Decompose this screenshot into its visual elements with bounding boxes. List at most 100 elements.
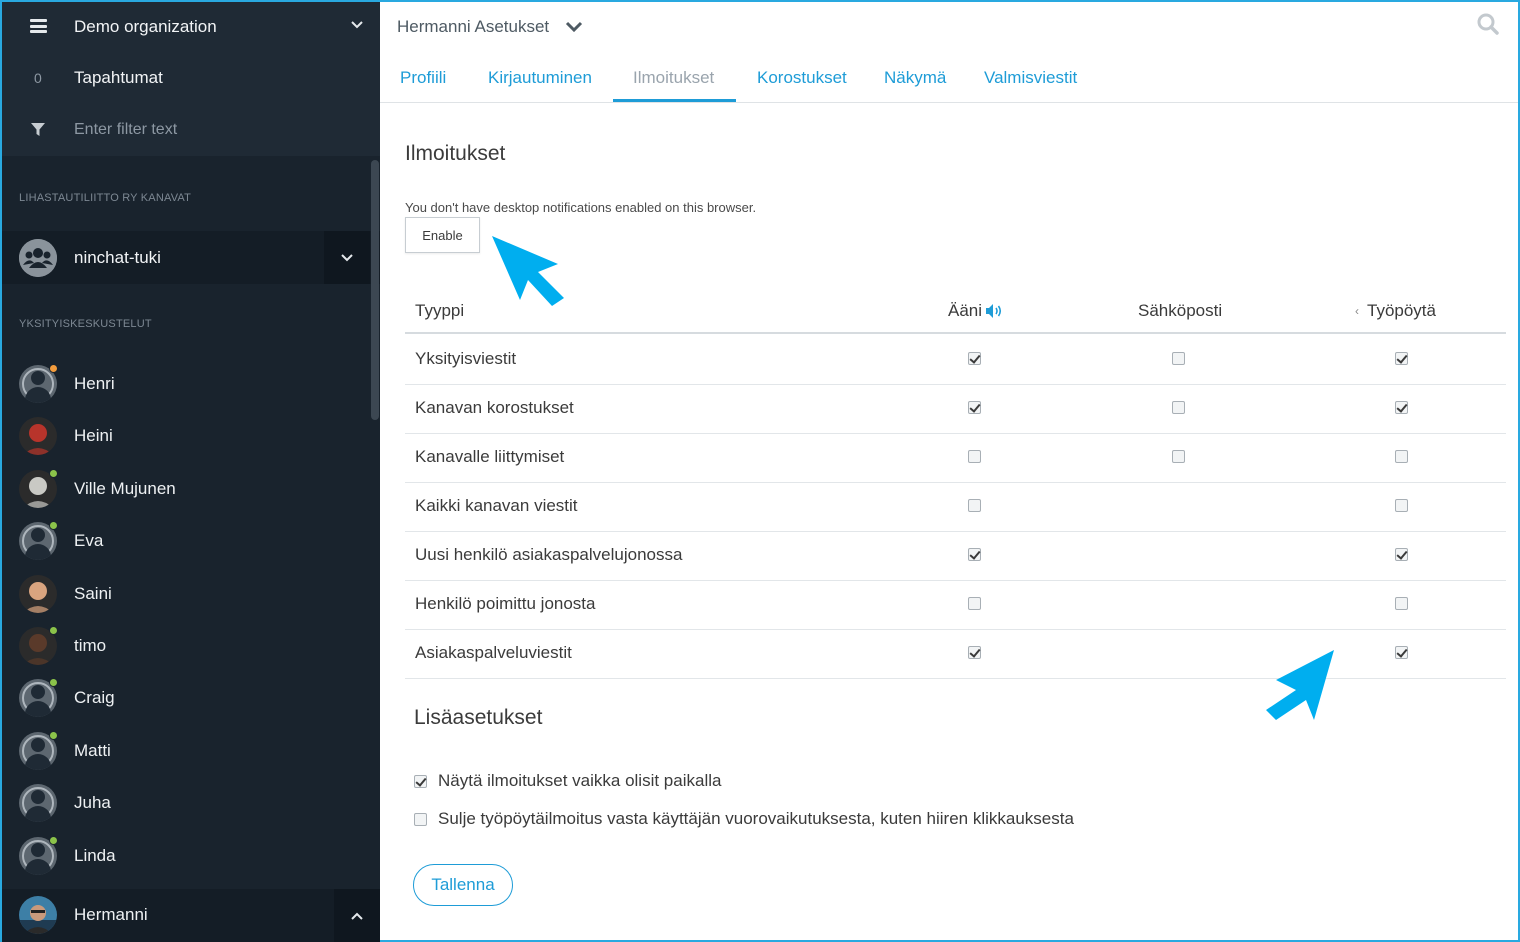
table-row: Henkilö poimittu jonosta [405, 581, 1506, 630]
contact-name: Ville Mujunen [74, 478, 176, 498]
online-status-dot [49, 626, 58, 635]
contact-item[interactable]: Juha [2, 777, 370, 829]
chevron-down-icon[interactable] [350, 18, 364, 32]
channel-name: ninchat-tuki [74, 247, 161, 267]
desktop-checkbox[interactable] [1395, 646, 1408, 659]
channel-item-ninchat-tuki[interactable]: ninchat-tuki [2, 231, 380, 284]
notification-type-label: Yksityisviestit [415, 349, 517, 368]
notification-type-label: Henkilö poimittu jonosta [415, 594, 596, 613]
contact-avatar [19, 678, 58, 718]
filter-row [2, 104, 380, 156]
table-row: Yksityisviestit [405, 336, 1506, 385]
annotation-arrow-icon [1266, 650, 1334, 720]
notification-type-label: Uusi henkilö asiakaspalvelujonossa [415, 545, 683, 564]
current-user-bar[interactable]: Hermanni [2, 889, 380, 942]
contact-item[interactable]: Heini [2, 410, 370, 462]
events-count: 0 [34, 70, 42, 86]
contact-avatar [19, 521, 58, 561]
option-checkbox[interactable] [414, 812, 427, 826]
contact-item[interactable]: Henri [2, 358, 370, 410]
chevron-down-icon [341, 253, 353, 261]
column-header-sound-label: Ääni [948, 301, 983, 320]
contact-name: Saini [74, 583, 112, 603]
sidebar-scrollbar[interactable] [371, 160, 379, 420]
organization-selector[interactable]: Demo organization [2, 2, 380, 52]
contact-item[interactable]: Craig [2, 672, 370, 724]
hamburger-menu-icon[interactable] [30, 19, 47, 33]
settings-tabs: Profiili Kirjautuminen Ilmoitukset Koros… [380, 54, 1518, 103]
organization-name: Demo organization [74, 17, 217, 36]
desktop-checkbox[interactable] [1395, 352, 1408, 365]
desktop-checkbox[interactable] [1395, 548, 1408, 561]
sound-checkbox[interactable] [968, 597, 981, 610]
channels-section-title: LIHASTAUTILIITTO RY KANAVAT [19, 192, 192, 204]
sound-checkbox[interactable] [968, 646, 981, 659]
user-avatar [19, 896, 57, 934]
table-row: Kanavan korostukset [405, 385, 1506, 434]
search-icon[interactable] [1476, 12, 1500, 36]
channel-expand-button[interactable] [324, 231, 370, 284]
desktop-checkbox[interactable] [1395, 597, 1408, 610]
desktop-checkbox[interactable] [1395, 499, 1408, 512]
desktop-checkbox[interactable] [1395, 401, 1408, 414]
sound-checkbox[interactable] [968, 450, 981, 463]
contact-avatar [19, 784, 57, 823]
desktop-warning-icon: ‹ [1355, 304, 1359, 318]
tab-canned-messages[interactable]: Valmisviestit [984, 68, 1077, 88]
sound-checkbox[interactable] [968, 548, 981, 561]
contact-avatar [19, 574, 57, 613]
sound-checkbox[interactable] [968, 401, 981, 414]
email-checkbox[interactable] [1172, 401, 1185, 414]
option-checkbox[interactable] [414, 774, 427, 788]
online-status-dot [49, 468, 58, 478]
sound-checkbox[interactable] [968, 499, 981, 512]
email-checkbox[interactable] [1172, 450, 1185, 463]
settings-header[interactable]: Hermanni Asetukset [397, 17, 583, 37]
tab-notifications[interactable]: Ilmoitukset [633, 68, 714, 88]
tab-profile[interactable]: Profiili [400, 68, 446, 88]
filter-icon [31, 123, 45, 136]
page-title: Hermanni Asetukset [397, 17, 550, 36]
user-menu-button[interactable] [334, 889, 380, 942]
contact-avatar [19, 468, 58, 508]
tab-login[interactable]: Kirjautuminen [488, 68, 592, 88]
contact-item[interactable]: Saini [2, 568, 370, 620]
contact-item[interactable]: Ville Mujunen [2, 463, 370, 515]
filter-input[interactable] [74, 116, 354, 144]
contact-item[interactable]: Matti [2, 725, 370, 777]
current-user-name: Hermanni [74, 905, 148, 924]
group-icon [19, 239, 57, 277]
notification-type-label: Asiakaspalveluviestit [415, 643, 572, 662]
contact-name: Juha [74, 793, 111, 813]
contact-item[interactable]: timo [2, 620, 370, 672]
chevron-down-icon[interactable] [565, 20, 583, 34]
away-status-dot [49, 364, 58, 373]
more-settings-heading: Lisäasetukset [414, 706, 543, 729]
notification-type-label: Kanavalle liittymiset [415, 447, 565, 466]
table-header: Tyyppi Ääni Sähköposti ‹ Työpöytä [405, 286, 1506, 334]
tab-view[interactable]: Näkymä [884, 68, 946, 88]
sound-checkbox[interactable] [968, 352, 981, 365]
column-header-type: Tyyppi [415, 301, 465, 320]
column-header-desktop-label: Työpöytä [1367, 301, 1436, 320]
table-row: Asiakaspalveluviestit [405, 630, 1506, 679]
save-button[interactable]: Tallenna [413, 864, 513, 906]
notification-type-label: Kanavan korostukset [415, 398, 574, 417]
enable-notifications-button[interactable]: Enable [405, 217, 480, 253]
notification-type-label: Kaikki kanavan viestit [415, 496, 578, 515]
chevron-up-icon [351, 912, 363, 920]
tab-highlights[interactable]: Korostukset [757, 68, 847, 88]
option-show-when-present[interactable]: Näytä ilmoitukset vaikka olisit paikalla [414, 771, 721, 791]
desktop-checkbox[interactable] [1395, 450, 1408, 463]
contact-avatar [19, 626, 58, 665]
table-row: Kanavalle liittymiset [405, 434, 1506, 483]
events-item[interactable]: 0 Tapahtumat [2, 52, 380, 104]
contact-name: timo [74, 636, 107, 655]
speaker-icon[interactable] [985, 303, 1003, 319]
sidebar: Demo organization 0 Tapahtumat LIHASTAUT… [0, 0, 380, 942]
contact-item[interactable]: Linda [2, 830, 370, 882]
contact-item[interactable]: Eva [2, 515, 370, 567]
email-checkbox[interactable] [1172, 352, 1185, 365]
option-close-on-interaction[interactable]: Sulje työpöytäilmoitus vasta käyttäjän v… [414, 809, 1074, 829]
private-section-title: YKSITYISKESKUSTELUT [19, 318, 152, 330]
